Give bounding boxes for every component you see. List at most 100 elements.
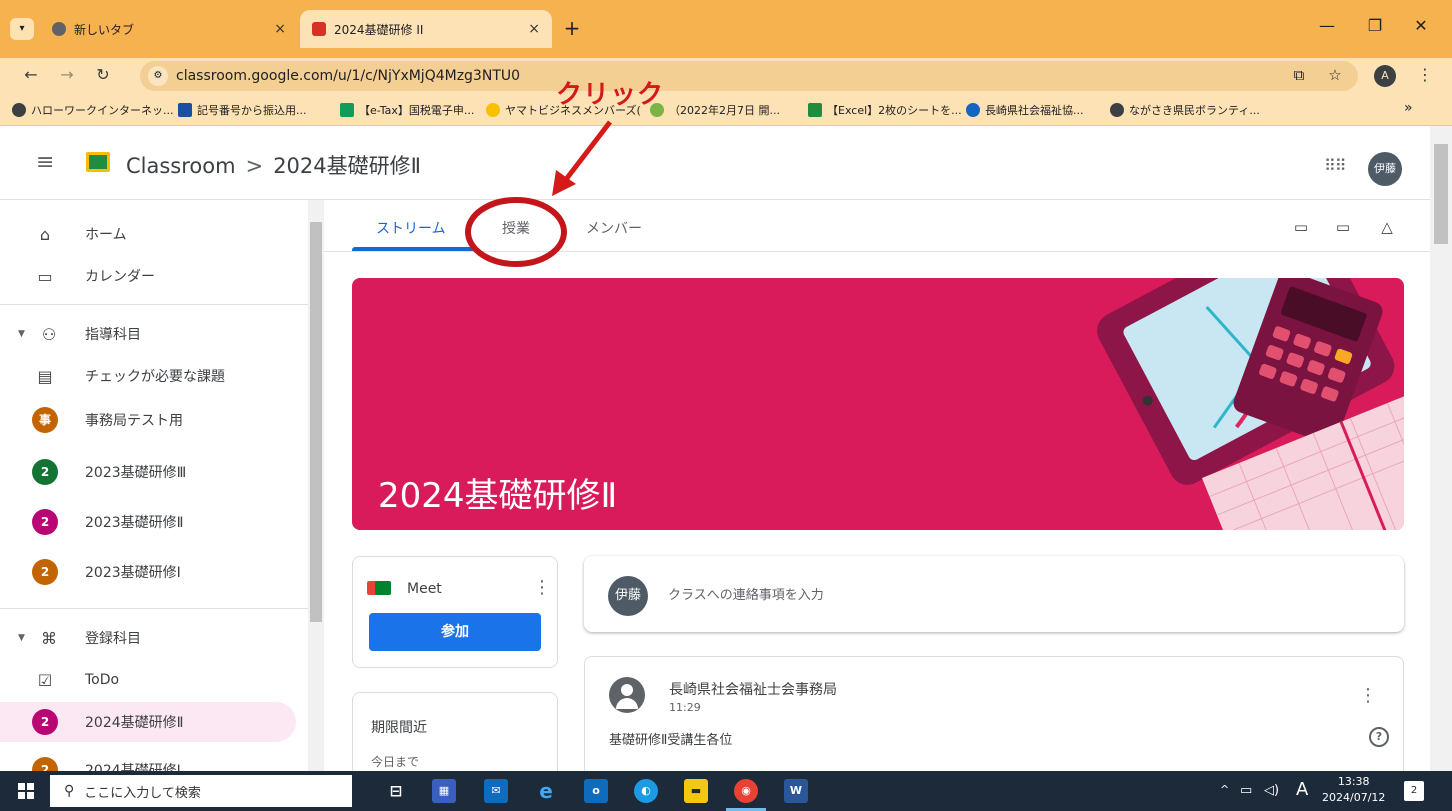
divider [0, 608, 308, 609]
volume-icon[interactable]: ◁) [1264, 783, 1279, 798]
sidebar-item-class[interactable]: 2 2023基礎研修Ⅰ [0, 552, 308, 592]
sidebar-item-class-selected[interactable]: 2 2024基礎研修Ⅱ [0, 702, 296, 742]
reload-icon[interactable]: ↻ [92, 65, 114, 84]
windows-start-icon[interactable] [18, 783, 34, 799]
sidebar-item-class[interactable]: 2 2023基礎研修Ⅱ [0, 502, 308, 542]
tray-overflow-icon[interactable]: ^ [1220, 783, 1229, 796]
class-avatar: 2 [32, 559, 58, 585]
classroom-logo-icon[interactable] [86, 152, 110, 172]
minimize-icon[interactable]: — [1312, 16, 1342, 35]
address-bar[interactable]: ⚙ classroom.google.com/u/1/c/NjYxMjQ4Mzg… [140, 61, 1358, 91]
bookmarks-bar: ハローワークインターネッ... 記号番号から振込用... 【e-Tax】国税電子… [0, 94, 1452, 126]
sidebar-item-teaching[interactable]: ▼ ⚇ 指導科目 [0, 314, 308, 354]
breadcrumb-app[interactable]: Classroom [126, 154, 236, 178]
announcement-composer[interactable]: 伊藤 クラスへの連絡事項を入力 [584, 556, 1404, 632]
bookmark-star-icon[interactable]: ☆ [1324, 66, 1346, 84]
new-tab-button[interactable]: + [560, 16, 584, 40]
drive-icon[interactable]: △ [1378, 218, 1396, 236]
chrome-icon[interactable]: ◉ [726, 779, 766, 811]
bookmark-item[interactable]: ハローワークインターネッ... [12, 102, 174, 118]
file-explorer-icon[interactable]: ▬ [684, 779, 708, 803]
internet-explorer-icon[interactable]: e [534, 779, 558, 803]
stream-post: 長崎県社会福祉士会事務局 11:29 ⋮ 基礎研修Ⅱ受講生各位 ? [584, 656, 1404, 771]
outlook-icon[interactable]: o [584, 779, 608, 803]
person-avatar-icon [609, 677, 645, 713]
site-info-icon[interactable]: ⚙ [148, 66, 168, 86]
bookmark-item[interactable]: ながさき県民ボランティ... [1110, 102, 1260, 118]
network-icon[interactable]: ▭ [1240, 783, 1252, 798]
word-icon[interactable]: W [784, 779, 808, 803]
breadcrumb-class: 2024基礎研修Ⅱ [273, 154, 421, 178]
cast-icon[interactable]: ⧉ [1288, 66, 1310, 84]
sidebar-scrollbar-thumb[interactable] [310, 222, 322, 622]
announcement-placeholder[interactable]: クラスへの連絡事項を入力 [668, 584, 824, 603]
tab-stream[interactable]: ストリーム [376, 218, 446, 238]
forward-icon[interactable]: → [56, 65, 78, 84]
taskbar-clock[interactable]: 13:38 2024/07/12 [1322, 774, 1385, 806]
close-window-icon[interactable]: ✕ [1406, 16, 1436, 35]
widgets-icon[interactable]: ▦ [432, 779, 456, 803]
main-content: ストリーム 授業 メンバー ▭ ▭ △ 2024基礎研修Ⅱ Meet ⋮ 参加 … [324, 200, 1430, 771]
sidebar-item-home[interactable]: ⌂ ホーム [0, 214, 308, 254]
join-meet-button[interactable]: 参加 [369, 613, 541, 651]
help-icon[interactable]: ? [1369, 727, 1389, 747]
bookmark-item[interactable]: 記号番号から振込用... [178, 102, 307, 118]
tab-search-button[interactable]: ▾ [10, 18, 34, 40]
back-icon[interactable]: ← [20, 65, 42, 84]
page-scrollbar-thumb[interactable] [1434, 144, 1448, 244]
tab-close-icon[interactable]: × [274, 21, 286, 37]
account-avatar[interactable]: 伊藤 [1368, 152, 1402, 186]
chrome-menu-icon[interactable]: ⋮ [1414, 65, 1436, 84]
upcoming-subtitle: 今日まで [371, 755, 420, 769]
meet-icon [367, 581, 391, 595]
classroom-favicon-icon [312, 22, 326, 36]
browser-tab-bar: ▾ 新しいタブ × 2024基礎研修 II × + — ❐ ✕ [0, 0, 1452, 58]
notification-center-icon[interactable]: 2 [1404, 781, 1424, 801]
sidebar-item-to-review[interactable]: ▤ チェックが必要な課題 [0, 356, 308, 396]
mail-icon[interactable]: ✉ [484, 779, 508, 803]
ime-indicator[interactable]: A [1296, 779, 1308, 800]
google-apps-icon[interactable]: ⠿⠿ [1324, 156, 1346, 175]
sidebar-item-calendar[interactable]: ▭ カレンダー [0, 256, 308, 296]
sidebar-item-class[interactable]: 2 2023基礎研修Ⅲ [0, 452, 308, 492]
home-icon: ⌂ [39, 224, 51, 244]
sidebar-item-label: 事務局テスト用 [85, 413, 183, 429]
sidebar-item-label: ホーム [85, 227, 127, 243]
caret-down-icon[interactable]: ▼ [18, 329, 25, 339]
edge-icon[interactable]: ◐ [634, 779, 658, 803]
taskbar-search[interactable]: ⚲ ここに入力して検索 [50, 775, 352, 807]
post-author: 長崎県社会福祉士会事務局 [669, 682, 837, 698]
post-more-icon[interactable]: ⋮ [1359, 685, 1377, 706]
sidebar-item-label: カレンダー [85, 269, 155, 285]
video-icon[interactable]: ▭ [1292, 218, 1310, 236]
sidebar-item-enrolled[interactable]: ▼ ⌘ 登録科目 [0, 618, 308, 658]
class-avatar: 2 [32, 757, 58, 771]
sidebar-item-class[interactable]: 事 事務局テスト用 [0, 400, 308, 440]
browser-tab-new[interactable]: 新しいタブ × [40, 12, 298, 46]
bookmark-item[interactable]: 長崎県社会福祉協... [966, 102, 1084, 118]
review-folder-icon: ▤ [37, 366, 53, 386]
bookmark-item[interactable]: （2022年2月7日 開... [650, 102, 780, 118]
bookmarks-more-icon[interactable]: » [1404, 100, 1413, 116]
sidebar-item-class[interactable]: 2 2024基礎研修Ⅰ [0, 750, 308, 771]
task-view-icon[interactable]: ⊟ [384, 779, 408, 803]
bookmark-item[interactable]: 【e-Tax】国税電子申... [340, 102, 474, 118]
chrome-favicon-icon [52, 22, 66, 36]
calendar-icon[interactable]: ▭ [1334, 218, 1352, 236]
tab-title: 新しいタブ [74, 22, 135, 37]
post-time: 11:29 [669, 701, 701, 714]
sidebar-item-todo[interactable]: ☑ ToDo [0, 660, 308, 700]
main-menu-icon[interactable]: ≡ [36, 150, 60, 175]
restore-icon[interactable]: ❐ [1360, 16, 1390, 35]
tab-title: 2024基礎研修 II [334, 22, 424, 37]
search-icon: ⚲ [64, 783, 75, 799]
tab-close-icon[interactable]: × [528, 21, 540, 37]
more-options-icon[interactable]: ⋮ [533, 577, 551, 598]
bookmark-item[interactable]: 【Excel】2枚のシートを... [808, 102, 962, 118]
upcoming-title: 期限間近 [371, 720, 427, 736]
caret-down-icon[interactable]: ▼ [18, 633, 25, 643]
todo-icon: ☑ [37, 670, 53, 690]
profile-icon[interactable]: A [1374, 65, 1396, 87]
windows-taskbar: ⚲ ここに入力して検索 ⊟ ▦ ✉ e o ◐ ▬ ◉ W ^ ▭ ◁) A 1… [0, 771, 1452, 811]
browser-tab-classroom[interactable]: 2024基礎研修 II × [300, 10, 552, 48]
